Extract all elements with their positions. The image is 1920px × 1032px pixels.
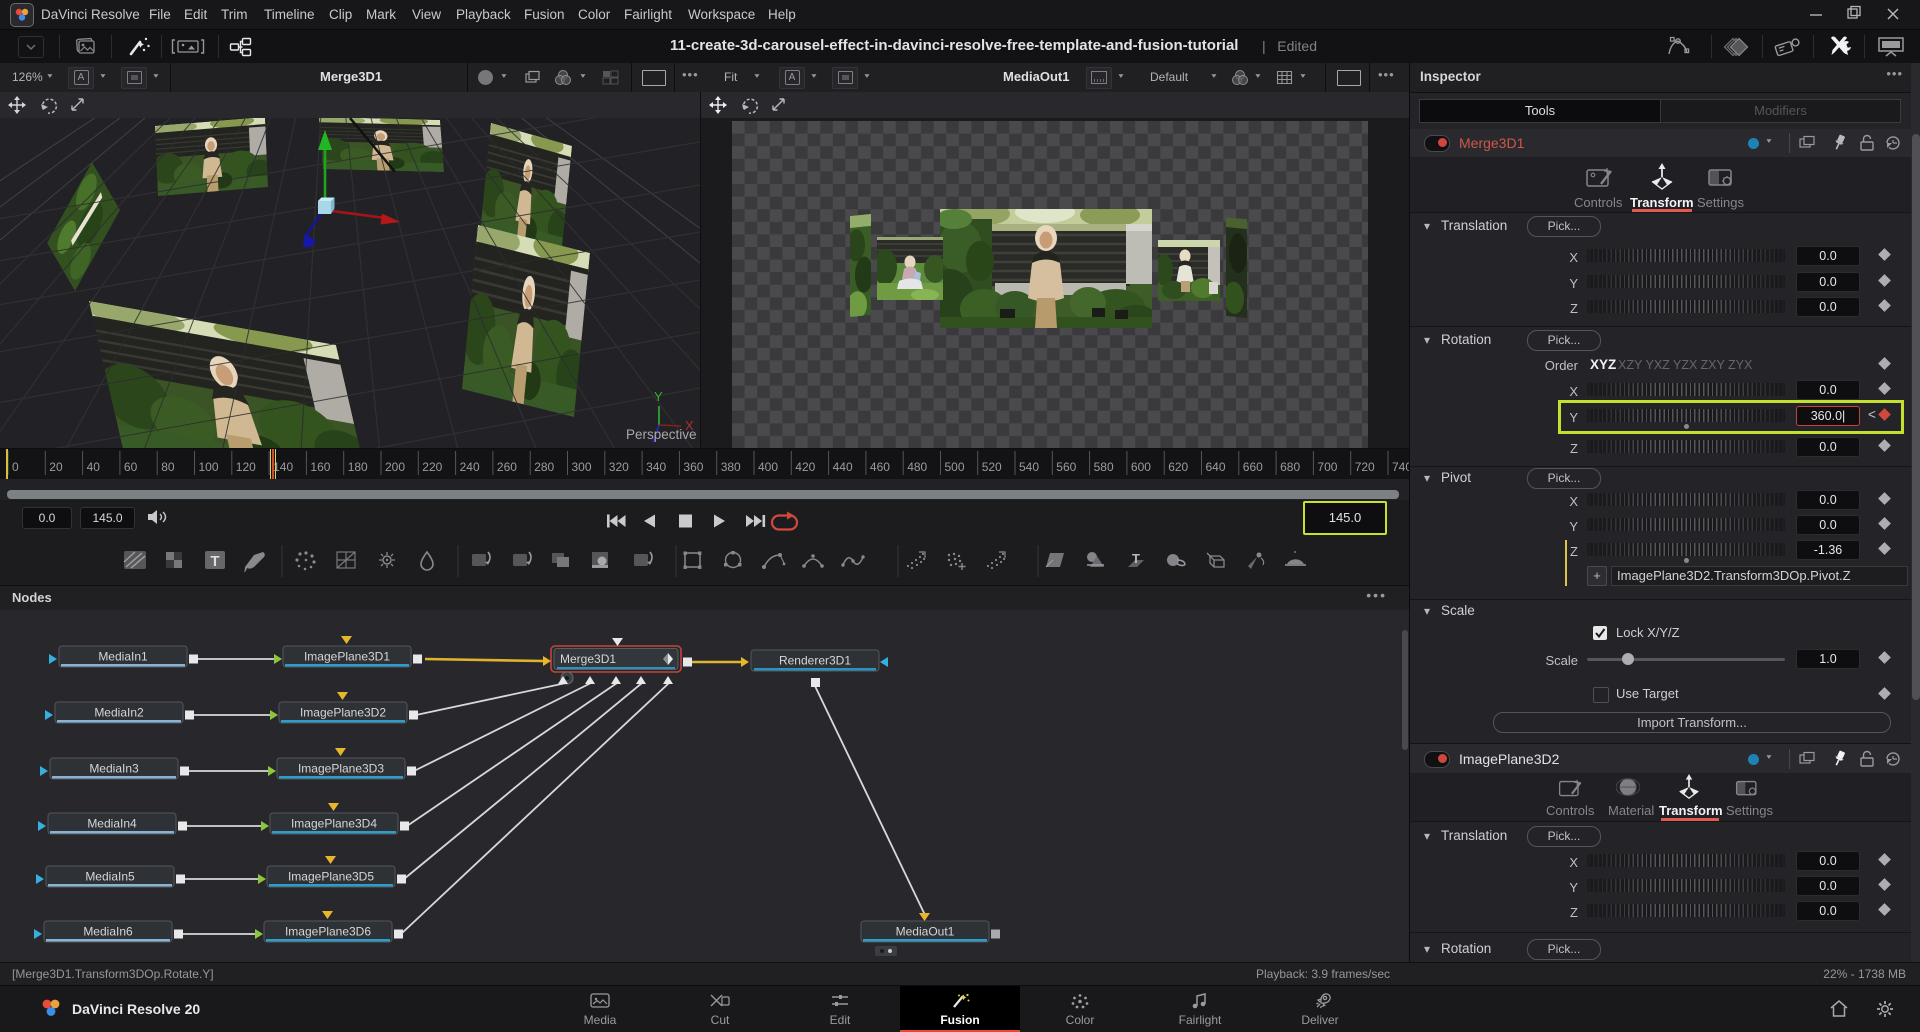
svg-text:500: 500 [945, 460, 965, 474]
svg-text:Y: Y [654, 389, 663, 404]
svg-text:T: T [1132, 551, 1140, 566]
svg-text:320: 320 [609, 460, 629, 474]
svg-text:MediaOut1: MediaOut1 [896, 925, 955, 939]
svg-text:600: 600 [1131, 460, 1151, 474]
svg-text:560: 560 [1056, 460, 1076, 474]
svg-text:MediaIn6: MediaIn6 [83, 925, 133, 939]
svg-text:80: 80 [161, 460, 175, 474]
svg-text:240: 240 [460, 460, 480, 474]
svg-text:MediaIn5: MediaIn5 [85, 870, 135, 884]
svg-text:20: 20 [49, 460, 63, 474]
svg-text:340: 340 [646, 460, 666, 474]
svg-text:480: 480 [907, 460, 927, 474]
svg-text:640: 640 [1206, 460, 1226, 474]
svg-text:540: 540 [1019, 460, 1039, 474]
svg-text:620: 620 [1168, 460, 1188, 474]
svg-text:300: 300 [572, 460, 592, 474]
svg-text:ImagePlane3D6: ImagePlane3D6 [285, 925, 371, 939]
svg-text:ImagePlane3D2: ImagePlane3D2 [300, 706, 386, 720]
svg-text:400: 400 [758, 460, 778, 474]
svg-text:520: 520 [982, 460, 1002, 474]
svg-text:220: 220 [422, 460, 442, 474]
svg-text:720: 720 [1355, 460, 1375, 474]
svg-text:MediaIn3: MediaIn3 [89, 762, 139, 776]
svg-text:420: 420 [795, 460, 815, 474]
svg-text:200: 200 [385, 460, 405, 474]
svg-text:Perspective: Perspective [626, 427, 697, 442]
svg-text:260: 260 [497, 460, 517, 474]
svg-text:360: 360 [683, 460, 703, 474]
svg-text:660: 660 [1243, 460, 1263, 474]
svg-text:ImagePlane3D4: ImagePlane3D4 [291, 817, 377, 831]
svg-text:460: 460 [870, 460, 890, 474]
svg-text:280: 280 [534, 460, 554, 474]
svg-text:100: 100 [199, 460, 219, 474]
svg-text:MediaIn1: MediaIn1 [98, 650, 148, 664]
svg-text:680: 680 [1280, 460, 1300, 474]
svg-text:Renderer3D1: Renderer3D1 [779, 654, 851, 668]
svg-text:140: 140 [273, 460, 293, 474]
svg-text:60: 60 [124, 460, 138, 474]
svg-text:ImagePlane3D5: ImagePlane3D5 [288, 870, 374, 884]
svg-text:160: 160 [310, 460, 330, 474]
svg-text:Merge3D1: Merge3D1 [560, 652, 616, 666]
svg-text:700: 700 [1317, 460, 1337, 474]
svg-text:440: 440 [833, 460, 853, 474]
svg-text:740: 740 [1392, 460, 1409, 474]
svg-text:380: 380 [721, 460, 741, 474]
svg-text:MediaIn4: MediaIn4 [87, 817, 137, 831]
svg-text:120: 120 [236, 460, 256, 474]
svg-text:0: 0 [12, 460, 19, 474]
svg-text:580: 580 [1094, 460, 1114, 474]
svg-text:ImagePlane3D1: ImagePlane3D1 [304, 650, 390, 664]
svg-text:MediaIn2: MediaIn2 [94, 706, 144, 720]
svg-text:40: 40 [87, 460, 101, 474]
svg-text:T: T [210, 553, 219, 570]
svg-text:ImagePlane3D3: ImagePlane3D3 [298, 762, 384, 776]
svg-text:180: 180 [348, 460, 368, 474]
